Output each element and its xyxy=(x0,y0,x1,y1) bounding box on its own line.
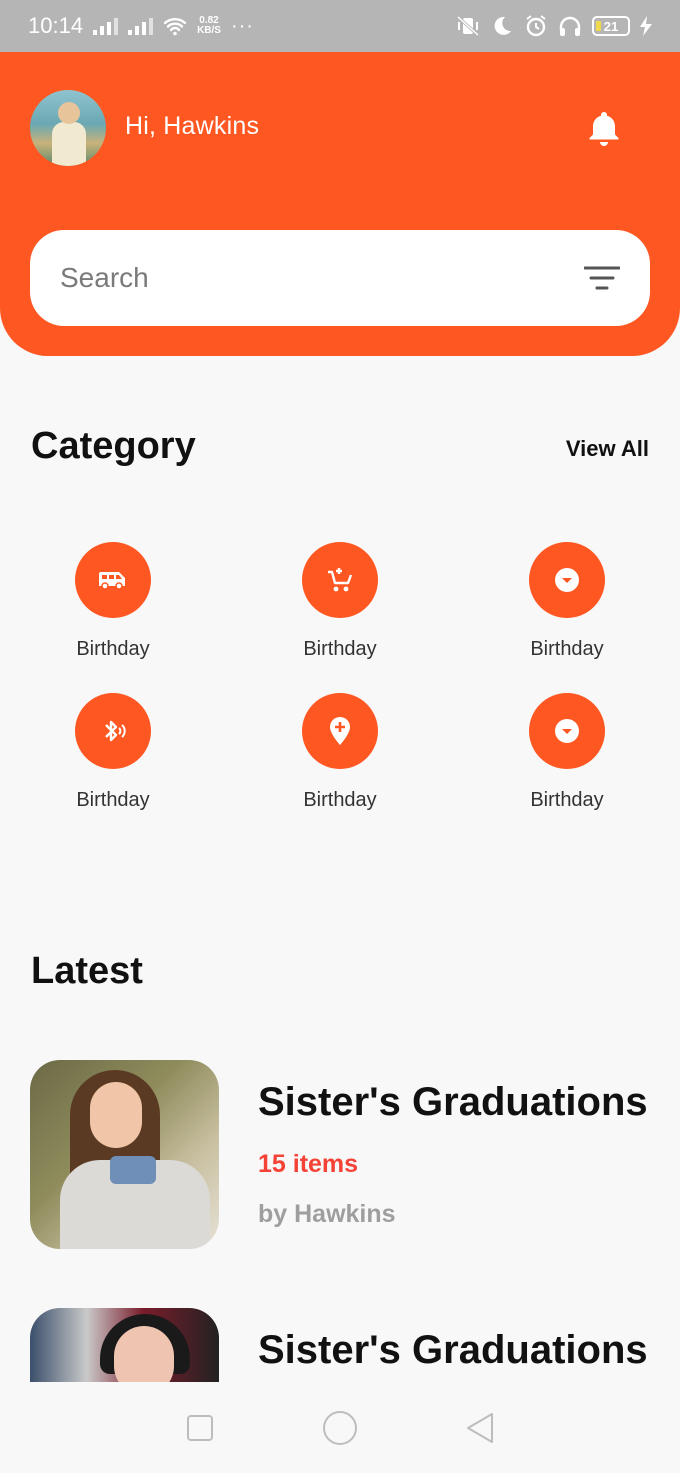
category-item[interactable]: Birthday xyxy=(33,693,193,812)
category-label: Birthday xyxy=(530,789,604,811)
latest-card[interactable]: Sister's Graduations xyxy=(30,1308,650,1382)
view-all-link[interactable]: View All xyxy=(566,436,649,462)
back-button[interactable] xyxy=(460,1408,500,1448)
dropdown-circle-icon xyxy=(529,693,605,769)
category-item[interactable]: Birthday xyxy=(260,542,420,661)
van-icon xyxy=(75,542,151,618)
category-title: Category xyxy=(31,425,196,467)
greeting: Hi, Hawkins xyxy=(125,112,260,140)
card-title: Sister's Graduations xyxy=(258,1080,648,1124)
latest-card[interactable]: Sister's Graduations 15 items by Hawkins xyxy=(30,1060,650,1250)
card-thumbnail xyxy=(30,1308,219,1382)
status-bar: 10:14 0.82 KB/S ··· 21 xyxy=(0,0,680,52)
latest-list-clip: Sister's Graduations xyxy=(0,1300,680,1382)
card-item-count: 15 items xyxy=(258,1150,359,1178)
category-item[interactable]: Birthday xyxy=(33,542,193,661)
category-label: Birthday xyxy=(76,638,150,660)
category-label: Birthday xyxy=(530,638,604,660)
filter-icon[interactable] xyxy=(583,265,621,291)
battery-icon: 21 xyxy=(592,16,630,36)
recent-apps-button[interactable] xyxy=(180,1408,220,1448)
alarm-icon xyxy=(524,14,548,38)
system-nav-bar xyxy=(0,1382,680,1473)
home-button[interactable] xyxy=(320,1408,360,1448)
add-to-cart-icon xyxy=(302,542,378,618)
signal-icon-2 xyxy=(128,17,154,35)
card-thumbnail xyxy=(30,1060,219,1249)
search-input[interactable] xyxy=(60,262,584,294)
net-speed: 0.82 KB/S xyxy=(197,16,221,36)
bell-icon[interactable] xyxy=(584,108,624,148)
moon-icon xyxy=(490,14,514,38)
category-label: Birthday xyxy=(76,789,150,811)
wifi-icon xyxy=(163,14,187,38)
vibrate-off-icon xyxy=(456,14,480,38)
add-location-icon xyxy=(302,693,378,769)
card-title: Sister's Graduations xyxy=(258,1328,648,1372)
status-time: 10:14 xyxy=(28,13,84,38)
header: Hi, Hawkins xyxy=(0,52,680,356)
category-label: Birthday xyxy=(303,638,377,660)
more-notifications: ··· xyxy=(230,14,254,37)
bluetooth-audio-icon xyxy=(75,693,151,769)
category-item[interactable]: Birthday xyxy=(487,542,647,661)
charging-icon xyxy=(640,14,652,38)
signal-icon xyxy=(93,17,119,35)
card-author: by Hawkins xyxy=(258,1200,396,1228)
battery-level: 21 xyxy=(603,18,619,34)
headphones-icon xyxy=(558,14,582,38)
category-item[interactable]: Birthday xyxy=(487,693,647,812)
latest-title: Latest xyxy=(31,950,143,992)
category-item[interactable]: Birthday xyxy=(260,693,420,812)
category-label: Birthday xyxy=(303,789,377,811)
avatar[interactable] xyxy=(30,90,106,166)
dropdown-circle-icon xyxy=(529,542,605,618)
net-speed-unit: KB/S xyxy=(197,25,221,36)
search-bar[interactable] xyxy=(30,230,650,326)
